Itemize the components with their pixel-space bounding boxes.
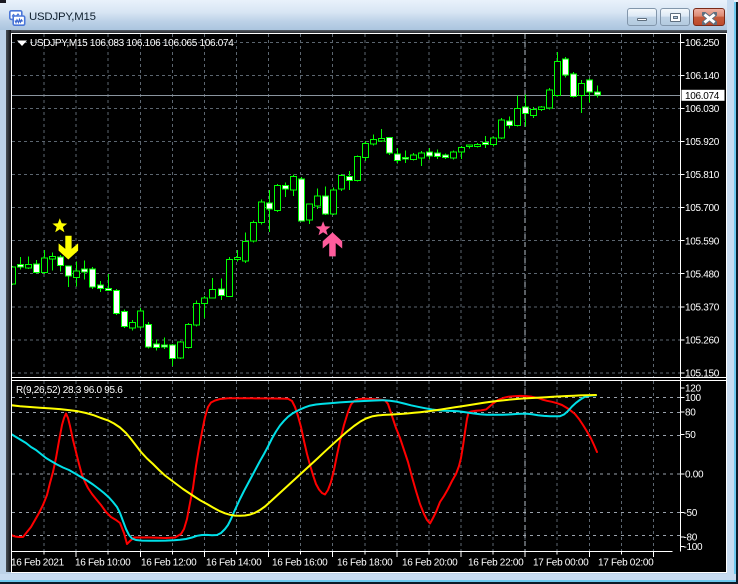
svg-text:-50: -50 [684, 508, 698, 519]
svg-text:80: 80 [685, 408, 696, 419]
svg-text:105.260: 105.260 [685, 335, 720, 346]
svg-text:106.074: 106.074 [685, 91, 720, 102]
svg-text:16 Feb 20:00: 16 Feb 20:00 [402, 558, 458, 569]
svg-text:-100: -100 [684, 542, 704, 553]
svg-text:105.920: 105.920 [685, 137, 720, 148]
svg-text:105.590: 105.590 [685, 236, 720, 247]
svg-text:50: 50 [685, 430, 696, 441]
svg-text:105.480: 105.480 [685, 269, 720, 280]
svg-text:USDJPY,M15 106.083 106.106 10: USDJPY,M15 106.083 106.106 106.065 106.0… [30, 38, 234, 49]
svg-text:106.140: 106.140 [685, 71, 720, 82]
svg-text:R(9,26,52) 28.3 96.0 95.6: R(9,26,52) 28.3 96.0 95.6 [16, 385, 123, 396]
svg-text:105.810: 105.810 [685, 170, 720, 181]
svg-text:100: 100 [685, 393, 702, 404]
svg-text:105.370: 105.370 [685, 302, 720, 313]
svg-text:16 Feb 12:00: 16 Feb 12:00 [141, 558, 197, 569]
svg-text:16 Feb 2021: 16 Feb 2021 [12, 558, 65, 569]
svg-text:16 Feb 10:00: 16 Feb 10:00 [75, 558, 131, 569]
svg-text:16 Feb 18:00: 16 Feb 18:00 [337, 558, 393, 569]
svg-text:105.150: 105.150 [685, 369, 720, 380]
svg-text:16 Feb 16:00: 16 Feb 16:00 [272, 558, 328, 569]
svg-text:16 Feb 22:00: 16 Feb 22:00 [468, 558, 524, 569]
svg-text:106.250: 106.250 [685, 38, 720, 49]
svg-text:16 Feb 14:00: 16 Feb 14:00 [206, 558, 262, 569]
svg-text:0.00: 0.00 [685, 470, 704, 481]
svg-text:17 Feb 02:00: 17 Feb 02:00 [598, 558, 654, 569]
svg-text:106.030: 106.030 [685, 104, 720, 115]
svg-text:17 Feb 00:00: 17 Feb 00:00 [533, 558, 589, 569]
svg-text:105.700: 105.700 [685, 203, 720, 214]
